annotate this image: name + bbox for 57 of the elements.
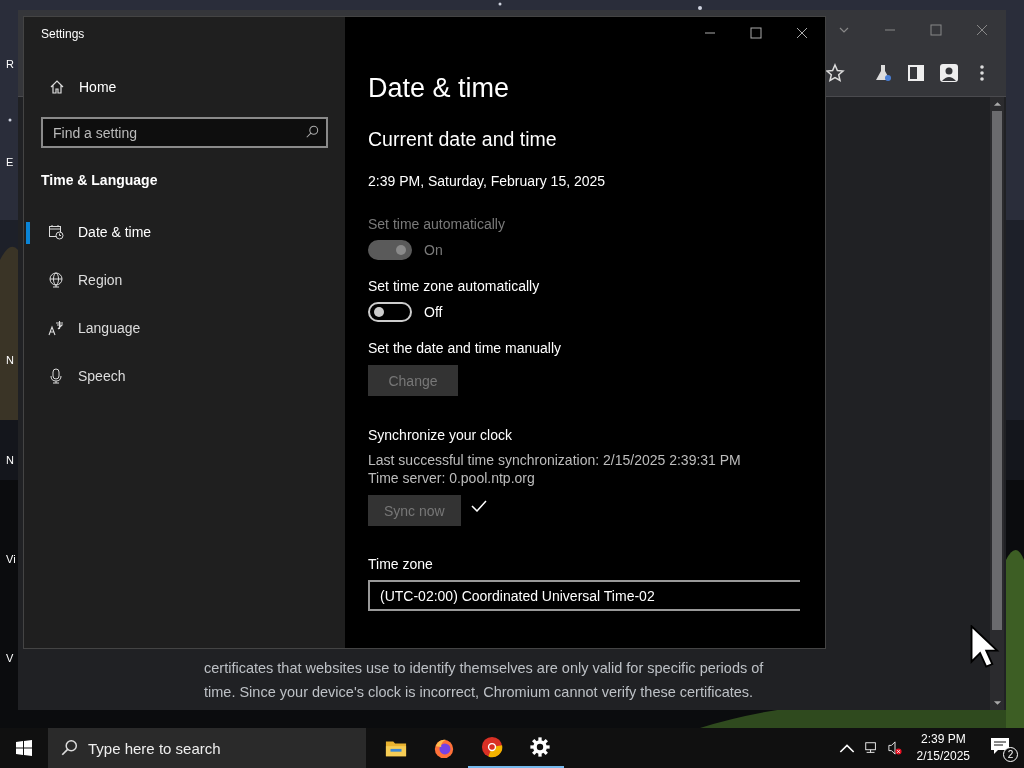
taskbar-clock[interactable]: 2:39 PM 2/15/2025 — [916, 731, 970, 765]
section-title: Time & Language — [41, 172, 159, 188]
toggle-state: On — [424, 242, 443, 258]
search-icon — [305, 125, 319, 139]
windows-start-icon[interactable] — [16, 740, 32, 756]
toggle-label: Set time automatically — [368, 216, 505, 232]
toggle-state: Off — [424, 304, 443, 320]
toggle-label: Set time zone automatically — [368, 278, 540, 294]
search-icon — [60, 739, 78, 757]
time-zone-dropdown[interactable]: (UTC-02:00) Coordinated Universal Time-02 — [368, 580, 800, 611]
muted-speaker-icon[interactable] — [886, 741, 903, 755]
desktop-icon-label[interactable]: E — [6, 156, 14, 168]
error-message-line: time. Since your device's clock is incorrect, Chromium cannot verify these certificates. — [204, 683, 755, 702]
desktop-icon-label[interactable]: Vi — [6, 553, 16, 565]
window-title: Settings — [41, 27, 86, 41]
time-server: Time server: 0.pool.ntp.org — [368, 470, 535, 486]
flask-icon[interactable] — [873, 63, 893, 83]
notification-count: 2 — [1003, 747, 1018, 762]
language-icon — [48, 320, 64, 336]
setting-label: Set the date and time manually — [368, 340, 561, 356]
fox-globe-icon — [433, 737, 455, 759]
desktop-icon-label[interactable]: N — [6, 454, 14, 466]
star-icon[interactable] — [825, 63, 845, 83]
browser-icon — [481, 736, 503, 758]
section-heading: Synchronize your clock — [368, 427, 512, 443]
nav-item[interactable]: Speech — [41, 366, 328, 386]
globe-icon — [48, 272, 64, 288]
home-icon — [49, 79, 65, 95]
scroll-down-arrow-icon[interactable] — [992, 700, 1002, 706]
section-heading: Current date and time — [368, 128, 557, 151]
current-date-time: 2:39 PM, Saturday, February 15, 2025 — [368, 173, 606, 189]
desktop-icon-label[interactable]: V — [6, 652, 14, 664]
scrollbar[interactable] — [990, 97, 1004, 710]
taskbar-search-field[interactable]: Type here to search — [48, 728, 366, 768]
calendar-clock-icon — [48, 224, 64, 240]
page-title: Date & time — [368, 73, 510, 104]
sync-status: Last successful time synchronization: 2/15/2025 2:39:31 PM — [368, 452, 741, 468]
scroll-up-arrow-icon[interactable] — [992, 101, 1002, 107]
error-message-line: certificates that websites use to identify themselves are only valid for specific periods of — [204, 659, 765, 678]
mouse-cursor-icon — [969, 625, 1001, 669]
profile-icon[interactable] — [939, 63, 959, 83]
desktop-icon-label[interactable]: N — [6, 354, 14, 366]
nav-item[interactable]: Date & time — [41, 222, 328, 242]
close-icon[interactable] — [796, 27, 808, 39]
setting-label: Time zone — [368, 556, 433, 572]
microphone-icon — [48, 368, 64, 384]
home-link[interactable]: Home — [41, 79, 328, 95]
notifications-icon[interactable] — [990, 737, 1010, 755]
desktop-icon-label[interactable]: R — [6, 58, 14, 70]
nav-item[interactable]: Language — [41, 318, 328, 338]
maximize-icon[interactable] — [750, 27, 762, 39]
network-icon[interactable] — [862, 741, 879, 755]
search-field[interactable]: Find a setting — [41, 117, 328, 148]
maximize-icon[interactable] — [930, 24, 942, 36]
nav-item[interactable]: Region — [41, 270, 328, 290]
side-panel-icon[interactable] — [906, 63, 926, 83]
gear-icon — [529, 736, 551, 758]
